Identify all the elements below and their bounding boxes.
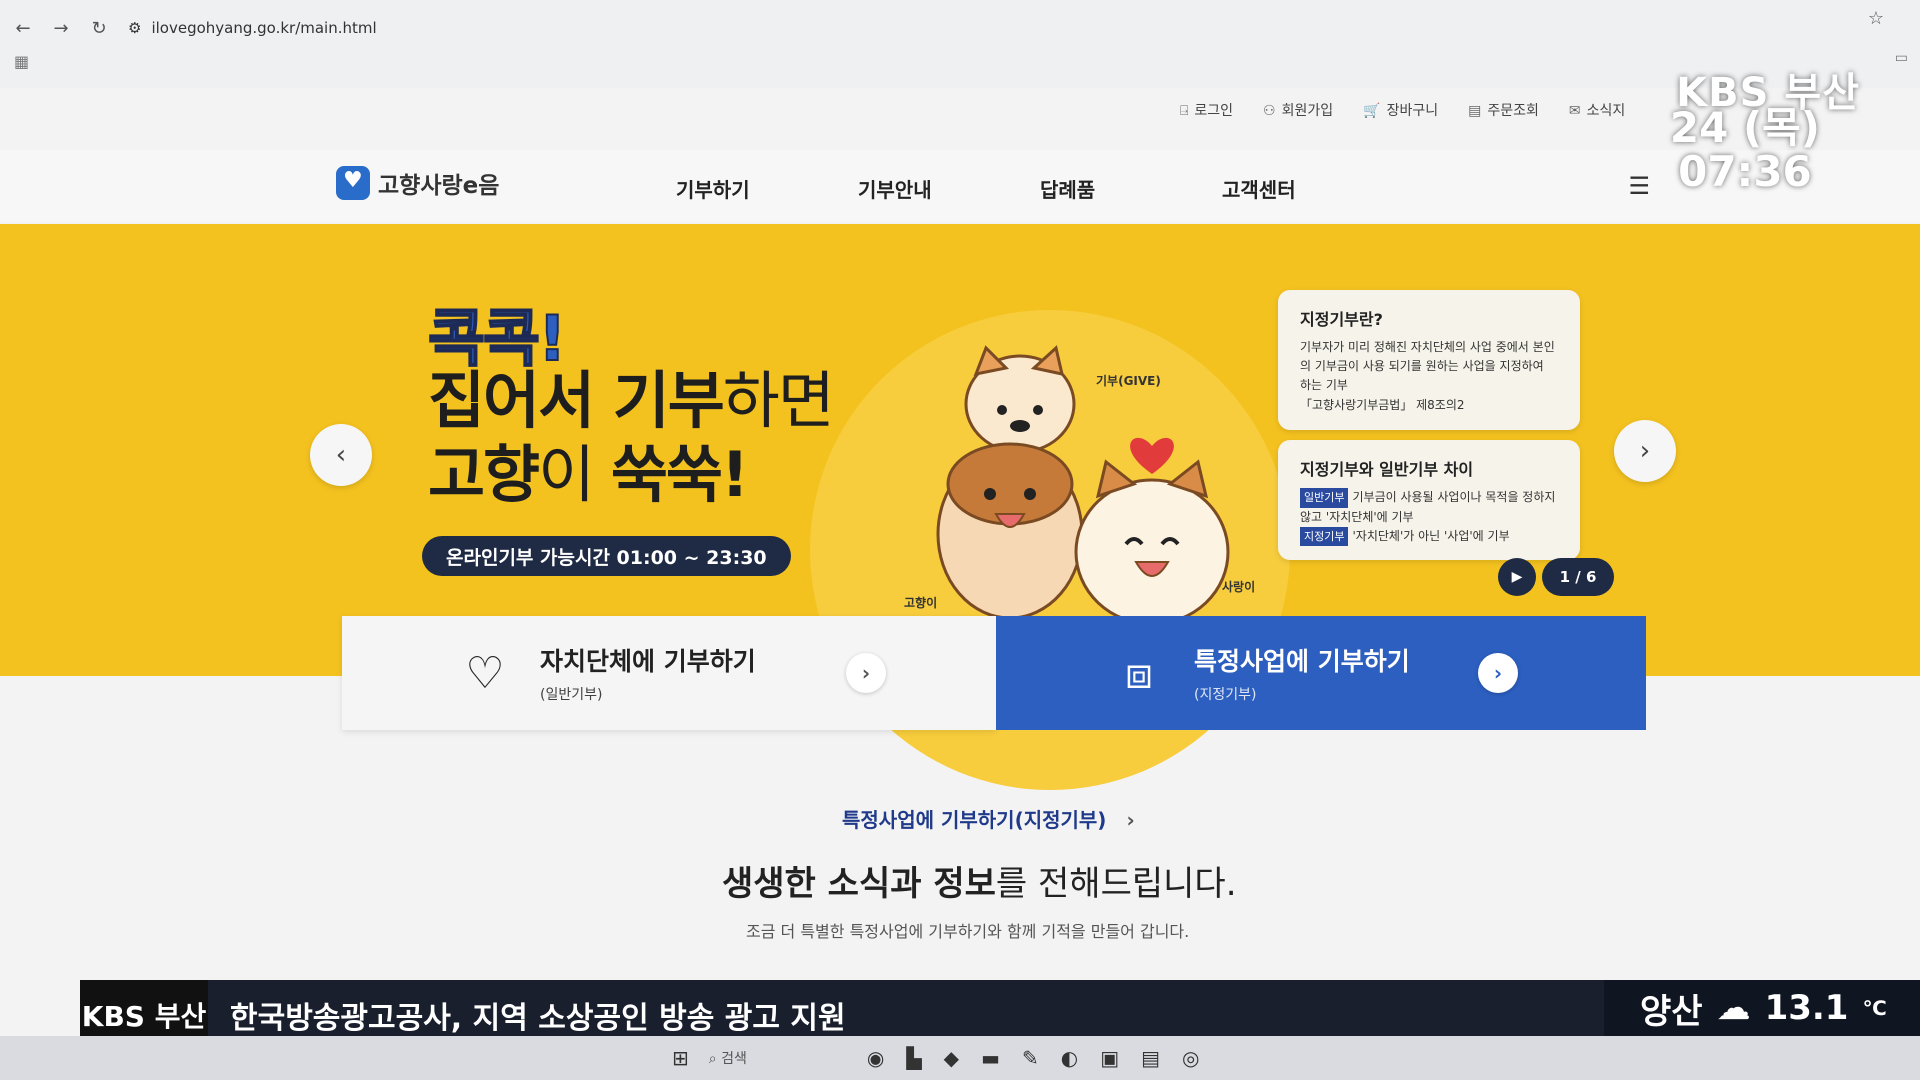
section-description: 조금 더 특별한 특정사업에 기부하기와 함께 기적을 만들어 갑니다. — [746, 922, 1190, 941]
cta-subtitle: (지정기부) — [1194, 687, 1257, 703]
mascot-top — [964, 345, 1076, 454]
taskbar-app-icon[interactable]: ◉ — [867, 1046, 884, 1070]
hamburger-menu-icon[interactable]: ☰ — [1628, 172, 1650, 200]
taskbar-app-icon[interactable]: ▣ — [1100, 1046, 1119, 1070]
cta-title: 자치단체에 기부하기 — [540, 647, 756, 676]
taskbar-app-icon[interactable]: ▙ — [906, 1046, 921, 1070]
taskbar-app-icon[interactable]: ▤ — [1141, 1046, 1160, 1070]
site-logo[interactable]: 고향사랑e음 — [336, 166, 499, 200]
logo-text: 고향사랑e음 — [378, 173, 500, 199]
info-row-general: 일반기부 기부금이 사용될 사업이나 목적을 정하지 않고 '자치단체'에 기부 — [1300, 488, 1556, 524]
utility-nav: ⍈ 로그인 ⚇ 회원가입 🛒 장바구니 ▤ 주문조회 ✉ 소식지 — [1180, 100, 1625, 120]
bookmarks-folder-icon[interactable]: ▭ — [1895, 50, 1908, 66]
heart-logo-icon — [336, 166, 370, 200]
carousel-pager: 1 / 6 — [1542, 558, 1614, 596]
windows-start-icon[interactable]: ⊞ — [672, 1046, 689, 1070]
login-icon: ⍈ — [1180, 103, 1189, 119]
user-icon: ⚇ — [1263, 103, 1276, 119]
apps-grid-icon[interactable]: ▦ — [14, 52, 29, 71]
taskbar-search[interactable]: ⌕ 검색 — [709, 1048, 747, 1068]
weather-city: 양산 — [1640, 991, 1703, 1032]
carousel-play-button[interactable]: ▶ — [1498, 558, 1536, 596]
donation-difference-info-card: 지정기부와 일반기부 차이 일반기부 기부금이 사용될 사업이나 목적을 정하지 … — [1278, 440, 1580, 560]
bookmark-star-icon[interactable]: ☆ — [1868, 8, 1884, 29]
info-card-body: 기부자가 미리 정해진 자치단체의 사업 중에서 본인의 기부금이 사용 되기를… — [1300, 340, 1555, 393]
hero-banner: 콕콕! 집어서 기부하면 고향이 쑥쑥! 온라인기부 가능시간 01:00 ~ … — [0, 224, 1920, 790]
browser-chrome: ← → ↻ ⚙ ilovegohyang.go.kr/main.html ☆ ▦… — [0, 0, 1920, 88]
weather-temp: 13.1 — [1764, 988, 1849, 1028]
url-text[interactable]: ilovegohyang.go.kr/main.html — [151, 19, 376, 37]
taskbar-app-icon[interactable]: ✎ — [1022, 1046, 1039, 1070]
forward-icon[interactable]: → — [46, 13, 76, 43]
ticker-headline: 한국방송광고공사, 지역 소상공인 방송 광고 지원 — [230, 1001, 846, 1036]
folder-icon[interactable]: ▬ — [981, 1046, 1000, 1070]
order-lookup-link[interactable]: ▤ 주문조회 — [1468, 100, 1539, 120]
carousel-next-button[interactable]: › — [1614, 420, 1676, 482]
mascot-gohyang — [936, 442, 1084, 620]
edge-browser-icon[interactable]: ◐ — [1061, 1046, 1078, 1070]
broadcast-datetime: 24 (목) 07:36 — [1669, 103, 1820, 197]
chevron-right-icon: › — [846, 653, 886, 693]
chevron-right-icon: › — [1478, 653, 1518, 693]
address-bar[interactable]: ⚙ ilovegohyang.go.kr/main.html — [128, 19, 377, 37]
cta-title: 특정사업에 기부하기 — [1194, 647, 1410, 676]
weather-unit: ℃ — [1862, 996, 1887, 1020]
mail-icon: ✉ — [1568, 103, 1581, 119]
nav-donation-guide[interactable]: 기부안내 — [858, 174, 1040, 203]
mascot-sarang — [1074, 437, 1230, 626]
cloud-icon: ☁ — [1716, 988, 1751, 1028]
site-header: 고향사랑e음 기부하기 기부안내 답례품 고객센터 ☰ — [0, 150, 1920, 222]
cart-icon: 🛒 — [1363, 103, 1381, 119]
back-icon[interactable]: ← — [8, 13, 38, 43]
section-title: 생생한 소식과 정보를 전해드립니다. — [722, 864, 1237, 904]
nav-gifts[interactable]: 답례품 — [1040, 174, 1222, 203]
chevron-right-icon: › — [1126, 808, 1135, 832]
order-icon: ▤ — [1468, 103, 1482, 119]
nav-donate[interactable]: 기부하기 — [676, 174, 858, 203]
login-link[interactable]: ⍈ 로그인 — [1180, 100, 1233, 120]
signup-link[interactable]: ⚇ 회원가입 — [1263, 100, 1333, 120]
address-row: ← → ↻ ⚙ ilovegohyang.go.kr/main.html — [0, 8, 1920, 48]
info-card-title: 지정기부와 일반기부 차이 — [1300, 460, 1474, 479]
designated-donation-link[interactable]: 특정사업에 기부하기(지정기부) › — [842, 804, 1135, 833]
reload-icon[interactable]: ↻ — [84, 13, 114, 43]
main-nav: 기부하기 기부안내 답례품 고객센터 — [676, 174, 1404, 203]
chrome-browser-icon[interactable]: ◎ — [1182, 1046, 1199, 1070]
info-card-note: 「고향사랑기부금법」 제8조의2 — [1300, 397, 1465, 412]
weather-widget: 양산 ☁ 13.1 ℃ — [1604, 980, 1920, 1036]
mascot-label-give: 기부(GIVE) — [1096, 374, 1161, 388]
newsletter-link[interactable]: ✉ 소식지 — [1569, 100, 1625, 120]
cart-link[interactable]: 🛒 장바구니 — [1363, 100, 1438, 120]
designated-donation-info-card: 지정기부란? 기부자가 미리 정해진 자치단체의 사업 중에서 본인의 기부금이… — [1278, 290, 1580, 430]
info-row-designated: 지정기부 '자치단체'가 아닌 '사업'에 기부 — [1300, 526, 1558, 547]
info-card-title: 지정기부란? — [1300, 310, 1383, 329]
hero-headline: 집어서 기부하면 고향이 쑥쑥! — [428, 364, 835, 512]
donate-to-local-gov-button[interactable]: ♡ 자치단체에 기부하기 (일반기부) › — [342, 616, 996, 730]
carousel-prev-button[interactable]: ‹ — [310, 424, 372, 486]
mascot-label-sarang: 사랑이 — [1222, 580, 1256, 594]
site-info-icon[interactable]: ⚙ — [128, 19, 141, 37]
donate-to-project-button[interactable]: ⧈ 특정사업에 기부하기 (지정기부) › — [996, 616, 1646, 730]
donation-hours-badge: 온라인기부 가능시간 01:00 ~ 23:30 — [422, 536, 791, 576]
taskbar-app-icon[interactable]: ◆ — [944, 1046, 959, 1070]
heart-hands-icon: ♡ — [465, 647, 505, 699]
cta-subtitle: (일반기부) — [540, 687, 603, 703]
donation-box-icon: ⧈ — [1125, 647, 1153, 699]
os-taskbar: ⊞ ⌕ 검색 ◉ ▙ ◆ ▬ ✎ ◐ ▣ ▤ ◎ — [0, 1036, 1920, 1080]
mascot-label-gohyang: 고향이 — [904, 596, 938, 610]
nav-customer-center[interactable]: 고객센터 — [1222, 174, 1404, 203]
